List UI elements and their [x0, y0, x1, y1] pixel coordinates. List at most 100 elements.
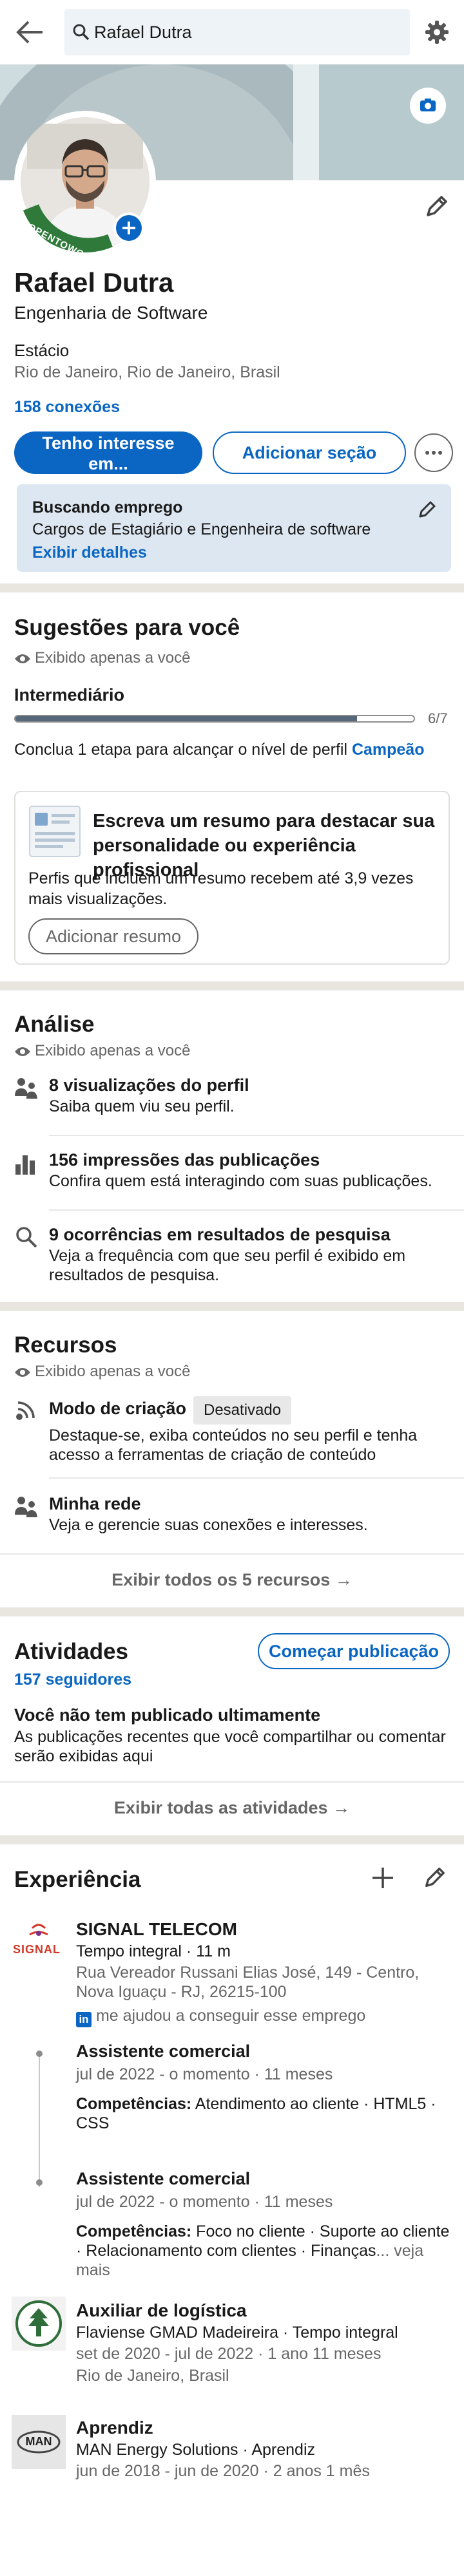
summary-card-description: Perfis que incluem um resumo recebem até… [28, 869, 414, 908]
private-note-text: Exibido apenas a você [35, 1042, 191, 1059]
job-search-details-link[interactable]: Exibir detalhes [32, 542, 147, 564]
role-skills: Competências: Atendimento ao cliente · H… [76, 2094, 456, 2133]
divider [0, 1553, 464, 1555]
interest-button[interactable]: Tenho interesse em... [14, 431, 202, 474]
add-plus-icon[interactable] [369, 1864, 397, 1892]
timeline-dot [36, 2179, 43, 2186]
role-title[interactable]: Assistente comercial [76, 2168, 250, 2190]
show-all-resources-link[interactable]: Exibir todos os 5 recursos → [0, 1569, 464, 1591]
people-icon [14, 1077, 39, 1101]
position-company: Flaviense GMAD Madeireira · Tempo integr… [76, 2324, 398, 2342]
edit-pencil-icon[interactable] [423, 193, 450, 220]
people-icon [14, 1495, 39, 1520]
company-address: Rua Vereador Russani Elias José, 149 - C… [76, 1964, 420, 2001]
search-icon [72, 23, 90, 41]
resume-illustration-icon [28, 805, 81, 858]
profile-views-title: 8 visualizações do perfil [49, 1075, 249, 1095]
search-appearances-title: 9 ocorrências em resultados de pesquisa [49, 1225, 391, 1244]
profile-name: Rafael Dutra [14, 267, 174, 298]
position-company: MAN Energy Solutions · Aprendiz [76, 2441, 316, 2459]
start-post-button[interactable]: Começar publicação [258, 1633, 450, 1669]
add-summary-button[interactable]: Adicionar resumo [28, 918, 198, 954]
position-title[interactable]: Aprendiz [76, 2416, 153, 2439]
level-hint-target[interactable]: Campeão [352, 741, 425, 759]
divider [49, 1209, 464, 1211]
analytics-row[interactable]: 9 ocorrências em resultados de pesquisa … [49, 1224, 442, 1285]
profile-education: Estácio [14, 341, 70, 360]
private-note-text: Exibido apenas a você [35, 1363, 191, 1380]
bar-chart-icon [14, 1151, 39, 1176]
private-note-text: Exibido apenas a você [35, 649, 191, 667]
divider [49, 1477, 464, 1479]
profile-progress-text: 6/7 [428, 710, 448, 726]
camera-icon[interactable] [410, 88, 446, 124]
status-badge: Desativado [193, 1396, 292, 1425]
more-options-button[interactable] [414, 433, 453, 472]
role-skills: Competências: Foco no cliente · Suporte … [76, 2222, 456, 2280]
job-search-roles: Cargos de Estagiário e Engenheira de sof… [32, 520, 371, 538]
analytics-row[interactable]: 156 impressões das publicações Confira q… [49, 1149, 432, 1191]
linkedin-icon: in [76, 2012, 92, 2027]
arrow-right-icon: → [333, 1798, 351, 1817]
resources-title: Recursos [14, 1332, 117, 1358]
search-bar[interactable] [64, 9, 410, 55]
arrow-right-icon: → [334, 1570, 353, 1589]
section-separator [0, 1302, 464, 1311]
role-title[interactable]: Assistente comercial [76, 2040, 250, 2063]
profile-progress-bar [14, 715, 415, 723]
post-impressions-subtitle: Confira quem está interagindo com suas p… [49, 1172, 432, 1191]
position-dates: jun de 2018 - jun de 2020 · 2 anos 1 mês [76, 2462, 370, 2480]
edit-pencil-icon[interactable] [421, 1865, 447, 1891]
position-dates: set de 2020 - jul de 2022 · 1 ano 11 mes… [76, 2345, 382, 2363]
creator-mode-title[interactable]: Modo de criação [49, 1397, 186, 1420]
company-logo[interactable]: SIGNAL [12, 1919, 66, 1973]
profile-headline: Engenharia de Software [14, 303, 208, 323]
analytics-row[interactable]: 8 visualizações do perfil Saiba quem viu… [49, 1074, 249, 1116]
timeline-dot [36, 2050, 43, 2057]
timeline-line [39, 2052, 40, 2187]
my-network-subtitle: Veja e gerencie suas conexões e interess… [49, 1516, 368, 1535]
company-meta: Tempo integral · 11 m [76, 1942, 231, 1960]
eye-icon [15, 1047, 30, 1056]
experience-title: Experiência [14, 1867, 141, 1892]
post-impressions-title: 156 impressões das publicações [49, 1150, 320, 1170]
company-logo[interactable]: MAN [12, 2415, 66, 2469]
company-logo[interactable] [12, 2297, 66, 2351]
resources-private-note: Exibido apenas a você [14, 1361, 191, 1381]
my-network-row[interactable]: Minha rede Veja e gerencie suas conexões… [49, 1493, 368, 1535]
section-separator [0, 1835, 464, 1844]
broadcast-icon [14, 1397, 39, 1422]
search-input[interactable] [94, 19, 397, 45]
profile-progress-fill [15, 716, 357, 721]
show-all-resources-label: Exibir todos os 5 recursos [111, 1570, 331, 1589]
activities-title: Atividades [14, 1639, 128, 1664]
suggestions-private-note: Exibido apenas a você [14, 648, 191, 668]
profile-level-hint: Conclua 1 etapa para alcançar o nível de… [14, 739, 425, 761]
top-bar [0, 0, 464, 64]
role-dates: jul de 2022 - o momento · 11 meses [76, 2065, 333, 2083]
connections-link[interactable]: 158 conexões [14, 397, 120, 418]
creator-mode-subtitle: Destaque-se, exiba conteúdos no seu perf… [49, 1426, 418, 1464]
add-section-button[interactable]: Adicionar seção [213, 431, 406, 474]
company-name[interactable]: SIGNAL TELECOM [76, 1918, 237, 1941]
no-posts-text: As publicações recentes que você compart… [14, 1728, 446, 1765]
followers-link[interactable]: 157 seguidores [14, 1669, 131, 1690]
job-search-title: Buscando emprego [32, 498, 183, 516]
helped-get-job-note: in me ajudou a conseguir esse emprego [76, 2005, 365, 2027]
position-location: Rio de Janeiro, Brasil [76, 2367, 229, 2385]
position-title[interactable]: Auxiliar de logística [76, 2299, 247, 2322]
section-separator [0, 981, 464, 990]
gear-icon[interactable] [424, 19, 450, 45]
company-logo-text: SIGNAL [13, 1943, 61, 1956]
add-photo-plus-icon[interactable] [113, 213, 144, 243]
eye-icon [15, 654, 30, 663]
interest-button-label: Tenho interesse em... [42, 433, 175, 473]
edit-pencil-icon[interactable] [416, 500, 437, 520]
back-arrow-icon[interactable] [14, 18, 45, 46]
section-separator [0, 1607, 464, 1616]
show-all-activities-link[interactable]: Exibir todas as atividades → [0, 1797, 464, 1819]
job-search-card[interactable]: Buscando emprego Cargos de Estagiário e … [17, 484, 451, 572]
role-dates: jul de 2022 - o momento · 11 meses [76, 2193, 333, 2211]
analytics-private-note: Exibido apenas a você [14, 1041, 191, 1061]
skills-label: Competências: [76, 2095, 192, 2113]
